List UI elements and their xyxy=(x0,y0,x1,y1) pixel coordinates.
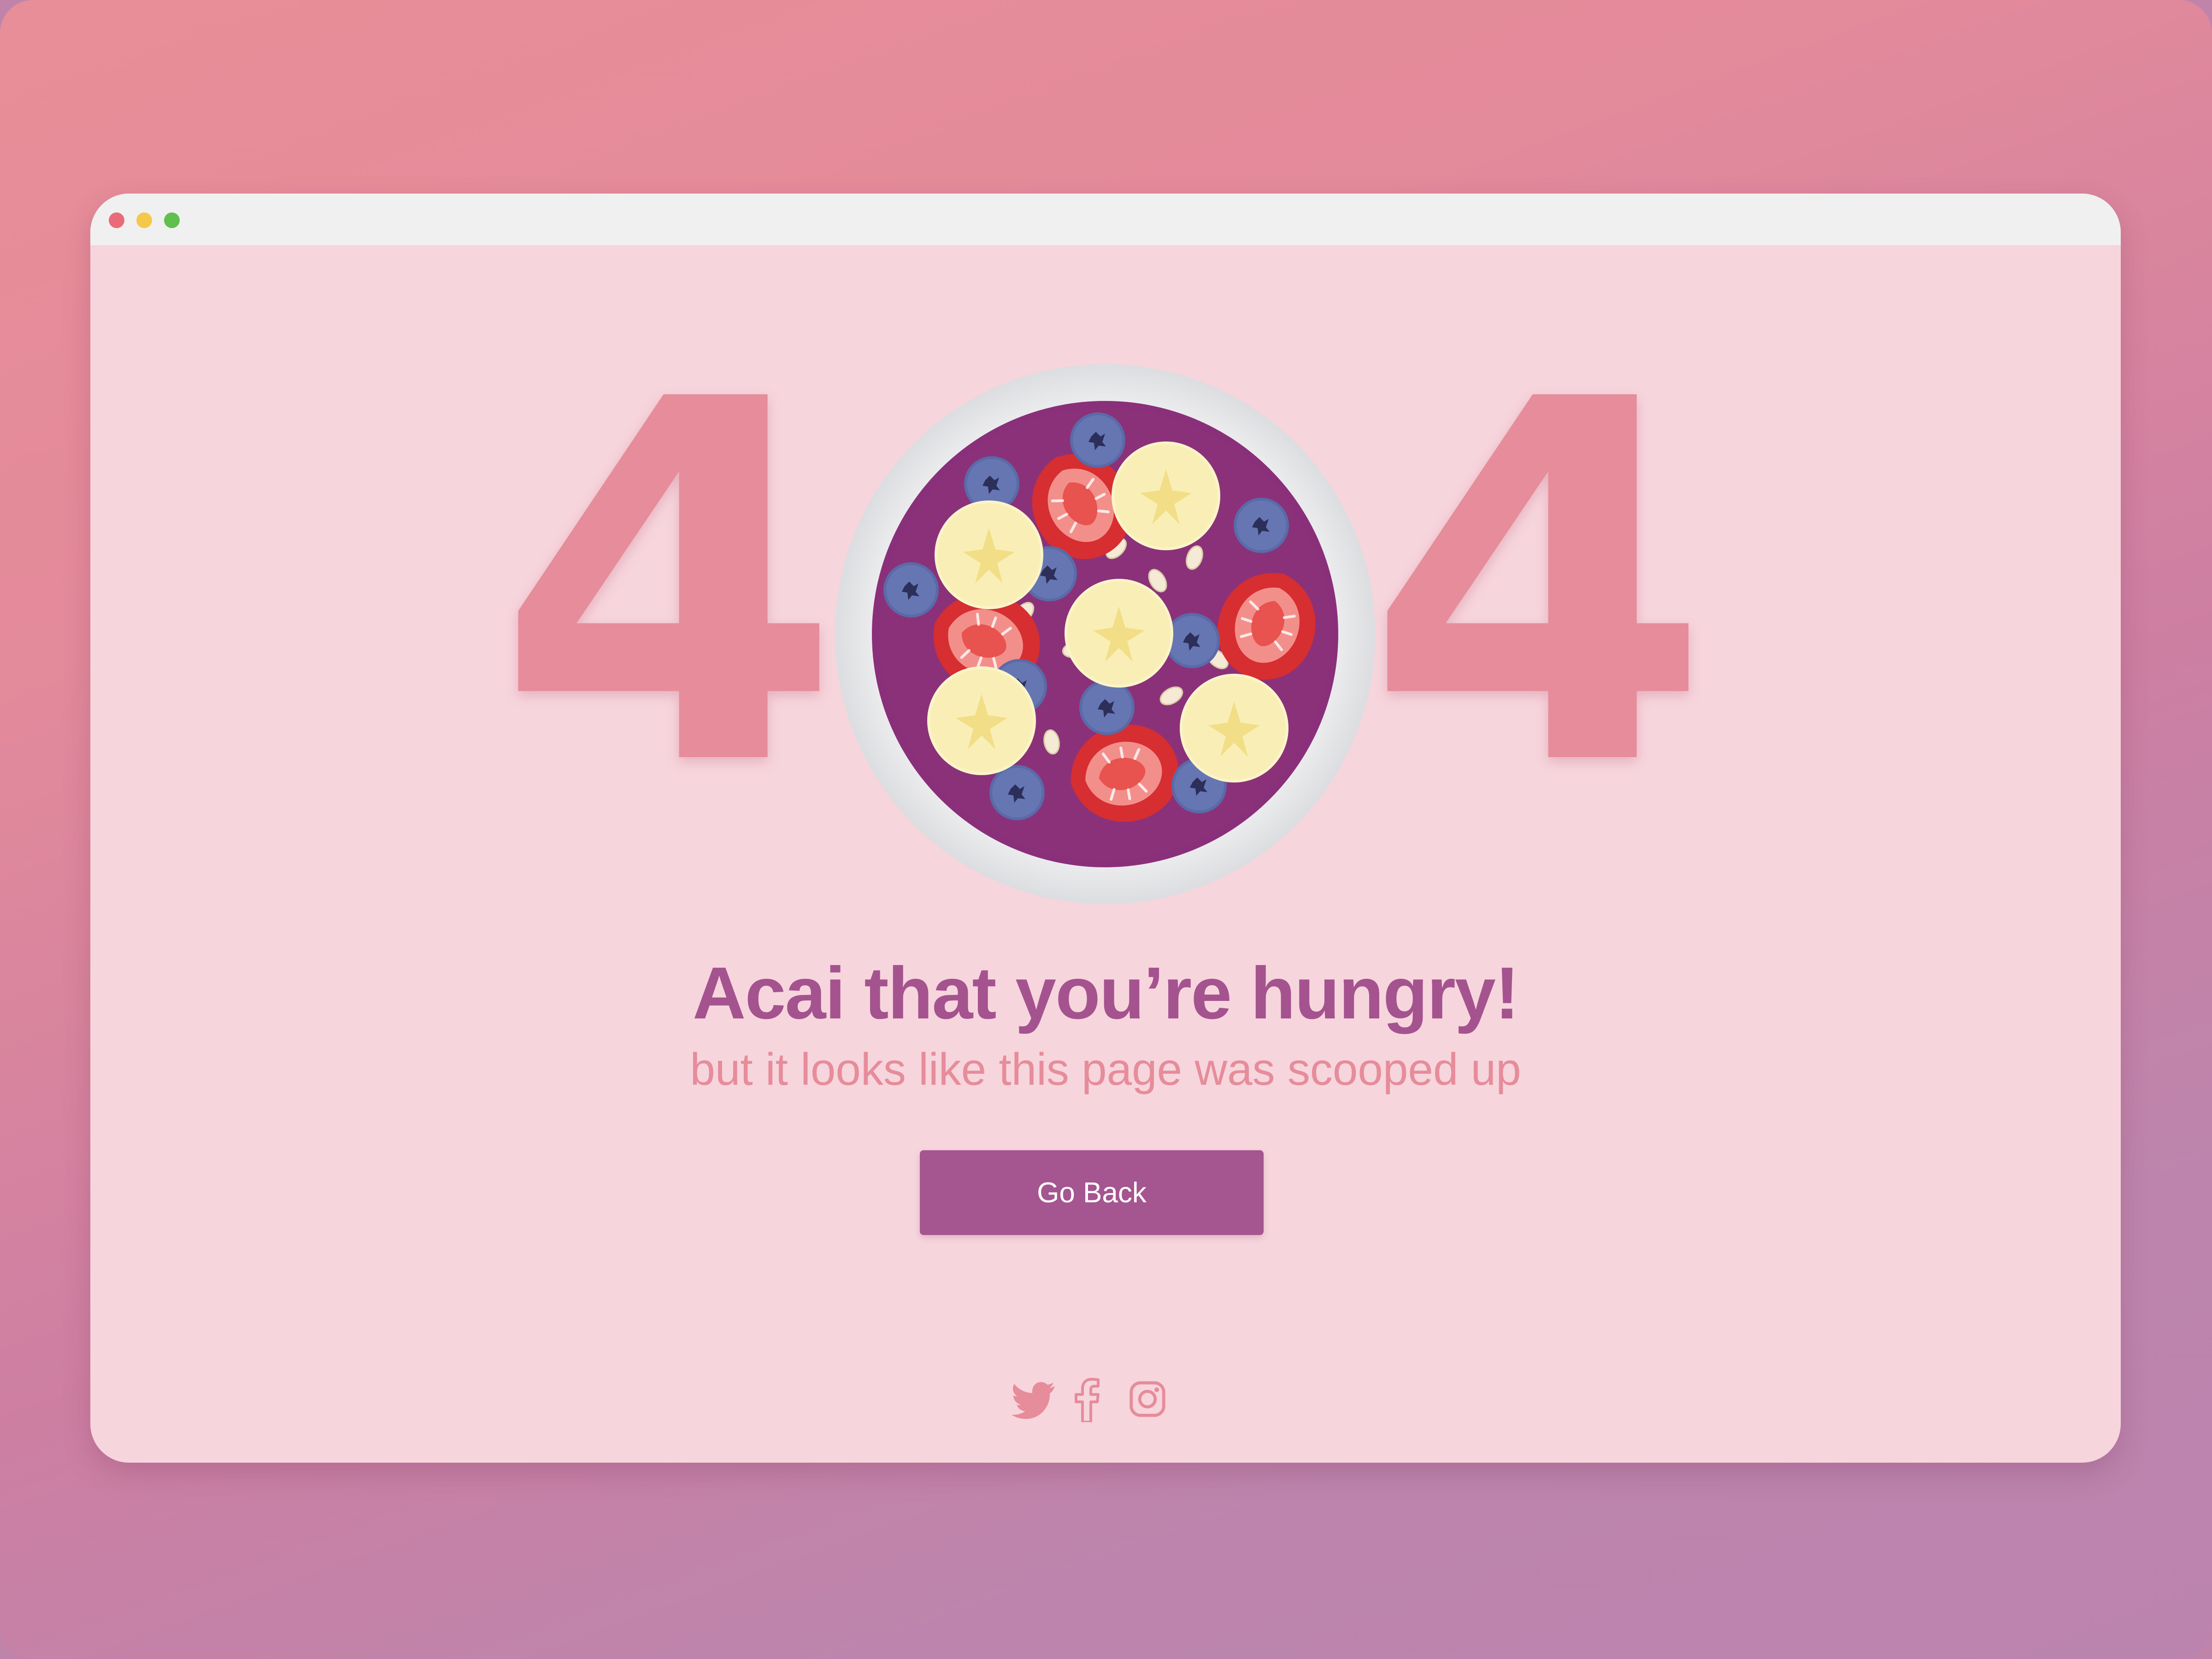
instagram-icon[interactable] xyxy=(1128,1376,1167,1422)
facebook-icon[interactable] xyxy=(1073,1376,1101,1422)
twitter-icon[interactable] xyxy=(1011,1376,1057,1422)
window-titlebar xyxy=(90,194,2121,245)
error-subline: but it looks like this page was scooped … xyxy=(690,1044,1521,1094)
error-digit-right: 4 xyxy=(1365,295,1712,875)
go-back-button[interactable]: Go Back xyxy=(920,1150,1264,1235)
close-window-button[interactable] xyxy=(109,212,124,228)
browser-window: 4 4 Acai that you’re hungry! but it look… xyxy=(90,194,2121,1463)
error-digit-left: 4 xyxy=(496,295,842,875)
backdrop: 4 4 Acai that you’re hungry! but it look… xyxy=(0,0,2212,1659)
error-headline: Acai that you’re hungry! xyxy=(692,952,1519,1034)
maximize-window-button[interactable] xyxy=(164,212,180,228)
minimize-window-button[interactable] xyxy=(136,212,152,228)
acai-bowl-illustration xyxy=(835,364,1375,904)
